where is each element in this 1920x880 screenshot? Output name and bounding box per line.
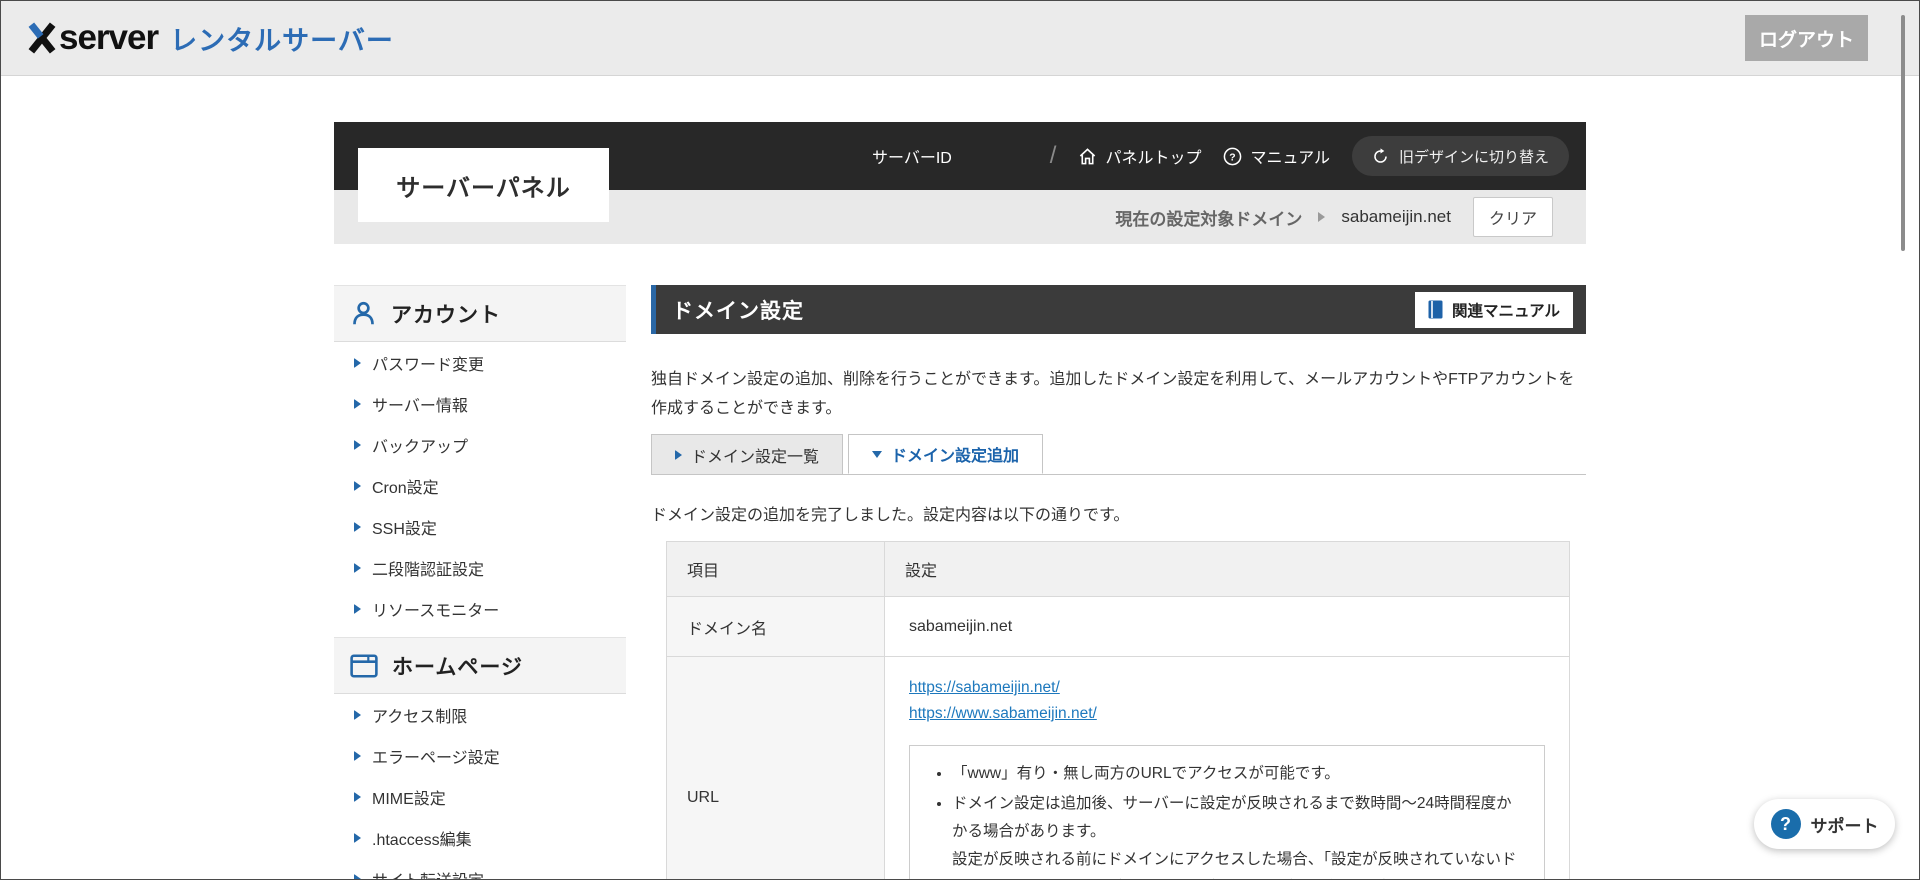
main-panel: ドメイン設定 関連マニュアル 独自ドメイン設定の追加、削除を行うことができます。… [651,285,1586,879]
domain-name-value: sabameijin.net [884,596,1570,657]
server-id-label: サーバーID [872,150,952,167]
clear-domain-button[interactable]: クリア [1472,197,1553,237]
sidebar-section-account: アカウント [334,285,626,342]
panel-shell: サーバーパネル サーバーID / パネルトップ ? マニュアル 旧デザインに切り… [334,76,1586,879]
result-message: ドメイン設定の追加を完了しました。設定内容は以下の通りです。 [651,507,1130,524]
domain-name-label: ドメイン名 [666,596,885,657]
browser-icon [350,653,378,678]
support-button[interactable]: ? サポート [1754,799,1895,849]
nav-separator: / [1049,142,1057,169]
question-circle-icon: ? [1224,147,1242,165]
manual-link[interactable]: ? マニュアル [1223,144,1330,168]
current-domain-value: sabameijin.net [1341,207,1451,226]
sidebar-item-access-limit[interactable]: アクセス制限 [334,694,626,735]
scrollbar-thumb[interactable] [1901,15,1905,251]
question-icon: ? [1770,809,1801,839]
tab-domain-list[interactable]: ドメイン設定一覧 [651,434,844,474]
logo-text: server [59,18,159,57]
url-label: URL [666,656,885,879]
chevron-right-icon [354,562,361,573]
logout-button[interactable]: ログアウト [1745,15,1868,61]
sidebar-item-htaccess[interactable]: .htaccess編集 [334,817,626,858]
arrow-right-icon [1318,212,1326,222]
xserver-logo[interactable]: server レンタルサーバー [27,18,394,58]
page-title-bar: ドメイン設定 関連マニュアル [651,285,1586,334]
manual-label: マニュアル [1250,150,1330,167]
url-notes-box: 「www」有り・無し両方のURLでアクセスが可能です。 ドメイン設定は追加後、サ… [909,745,1545,879]
sidebar-item-mime[interactable]: MIME設定 [334,776,626,817]
server-panel-title: サーバーパネル [358,148,609,222]
chevron-right-icon [354,709,361,720]
switch-design-icon [1374,147,1387,163]
chevron-right-icon [354,832,361,843]
sidebar-item-resource-monitor[interactable]: リソースモニター [334,588,626,629]
sidebar-item-ssh[interactable]: SSH設定 [334,506,626,547]
sidebar-section-title: アカウント [391,303,501,327]
chevron-right-icon [675,449,682,460]
sidebar-item-site-transfer[interactable]: サイト転送設定 [334,858,626,879]
table-header-setting: 設定 [884,541,1570,597]
panel-top-label: パネルトップ [1105,150,1202,167]
chevron-down-icon [872,450,883,458]
page: server レンタルサーバー ログアウト サーバーパネル サーバーID / パ… [0,0,1920,880]
table-header-row: 項目 設定 [666,541,1570,597]
home-icon [1080,147,1096,164]
chevron-right-icon [354,521,361,532]
domain-setting-table: 項目 設定 ドメイン名 sabameijin.net URL https://s… [666,541,1570,879]
sidebar-item-backup[interactable]: バックアップ [334,424,626,465]
chevron-right-icon [354,791,361,802]
svg-text:?: ? [1230,152,1236,163]
support-label: サポート [1810,816,1879,836]
sidebar-item-error-page[interactable]: エラーページ設定 [334,735,626,776]
switch-design-label: 旧デザインに切り替え [1398,148,1549,166]
sidebar-item-cron[interactable]: Cron設定 [334,465,626,506]
domain-www-url-link[interactable]: https://www.sabameijin.net/ [909,701,1545,727]
sidebar-item-password-change[interactable]: パスワード変更 [334,342,626,383]
sidebar-section-homepage: ホームページ [334,637,626,694]
sidebar-item-server-info[interactable]: サーバー情報 [334,383,626,424]
panel-nav-bar: サーバーパネル サーバーID / パネルトップ ? マニュアル 旧デザインに切り… [334,122,1586,222]
url-value-cell: https://sabameijin.net/ https://www.saba… [884,656,1570,879]
sidebar-item-two-factor[interactable]: 二段階認証設定 [334,547,626,588]
chevron-right-icon [354,480,361,491]
tab-bar: ドメイン設定一覧 ドメイン設定追加 [651,434,1586,475]
logo-suffix: レンタルサーバー [170,25,394,56]
related-manual-button[interactable]: 関連マニュアル [1414,291,1573,328]
url-note: ドメイン設定は追加後、サーバーに設定が反映されるまで数時間〜24時間程度かかる場… [952,790,1522,879]
book-icon [1428,300,1443,319]
sidebar: アカウント パスワード変更 サーバー情報 バックアップ Cron設定 SSH設定… [334,285,626,879]
global-header: server レンタルサーバー ログアウト [1,1,1919,76]
table-row-url: URL https://sabameijin.net/ https://www.… [666,656,1570,879]
current-domain-label: 現在の設定対象ドメイン [1115,209,1303,229]
table-header-item: 項目 [666,541,885,597]
table-row-domain-name: ドメイン名 sabameijin.net [666,596,1570,657]
sidebar-section-title: ホームページ [392,655,523,679]
chevron-right-icon [354,357,361,368]
chevron-right-icon [354,873,361,879]
tab-domain-add[interactable]: ドメイン設定追加 [848,434,1044,474]
chevron-right-icon [354,439,361,450]
url-note: 「www」有り・無し両方のURLでアクセスが可能です。 [952,760,1522,788]
user-icon [353,301,374,325]
xserver-x-icon [28,22,56,54]
chevron-right-icon [354,750,361,761]
chevron-right-icon [354,603,361,614]
chevron-right-icon [354,398,361,409]
page-description: 独自ドメイン設定の追加、削除を行うことができます。追加したドメイン設定を利用して… [651,371,1575,417]
page-title: ドメイン設定 [672,299,804,323]
panel-top-link[interactable]: パネルトップ [1078,144,1201,168]
domain-url-link[interactable]: https://sabameijin.net/ [909,675,1545,701]
switch-design-button[interactable]: 旧デザインに切り替え [1351,136,1569,176]
